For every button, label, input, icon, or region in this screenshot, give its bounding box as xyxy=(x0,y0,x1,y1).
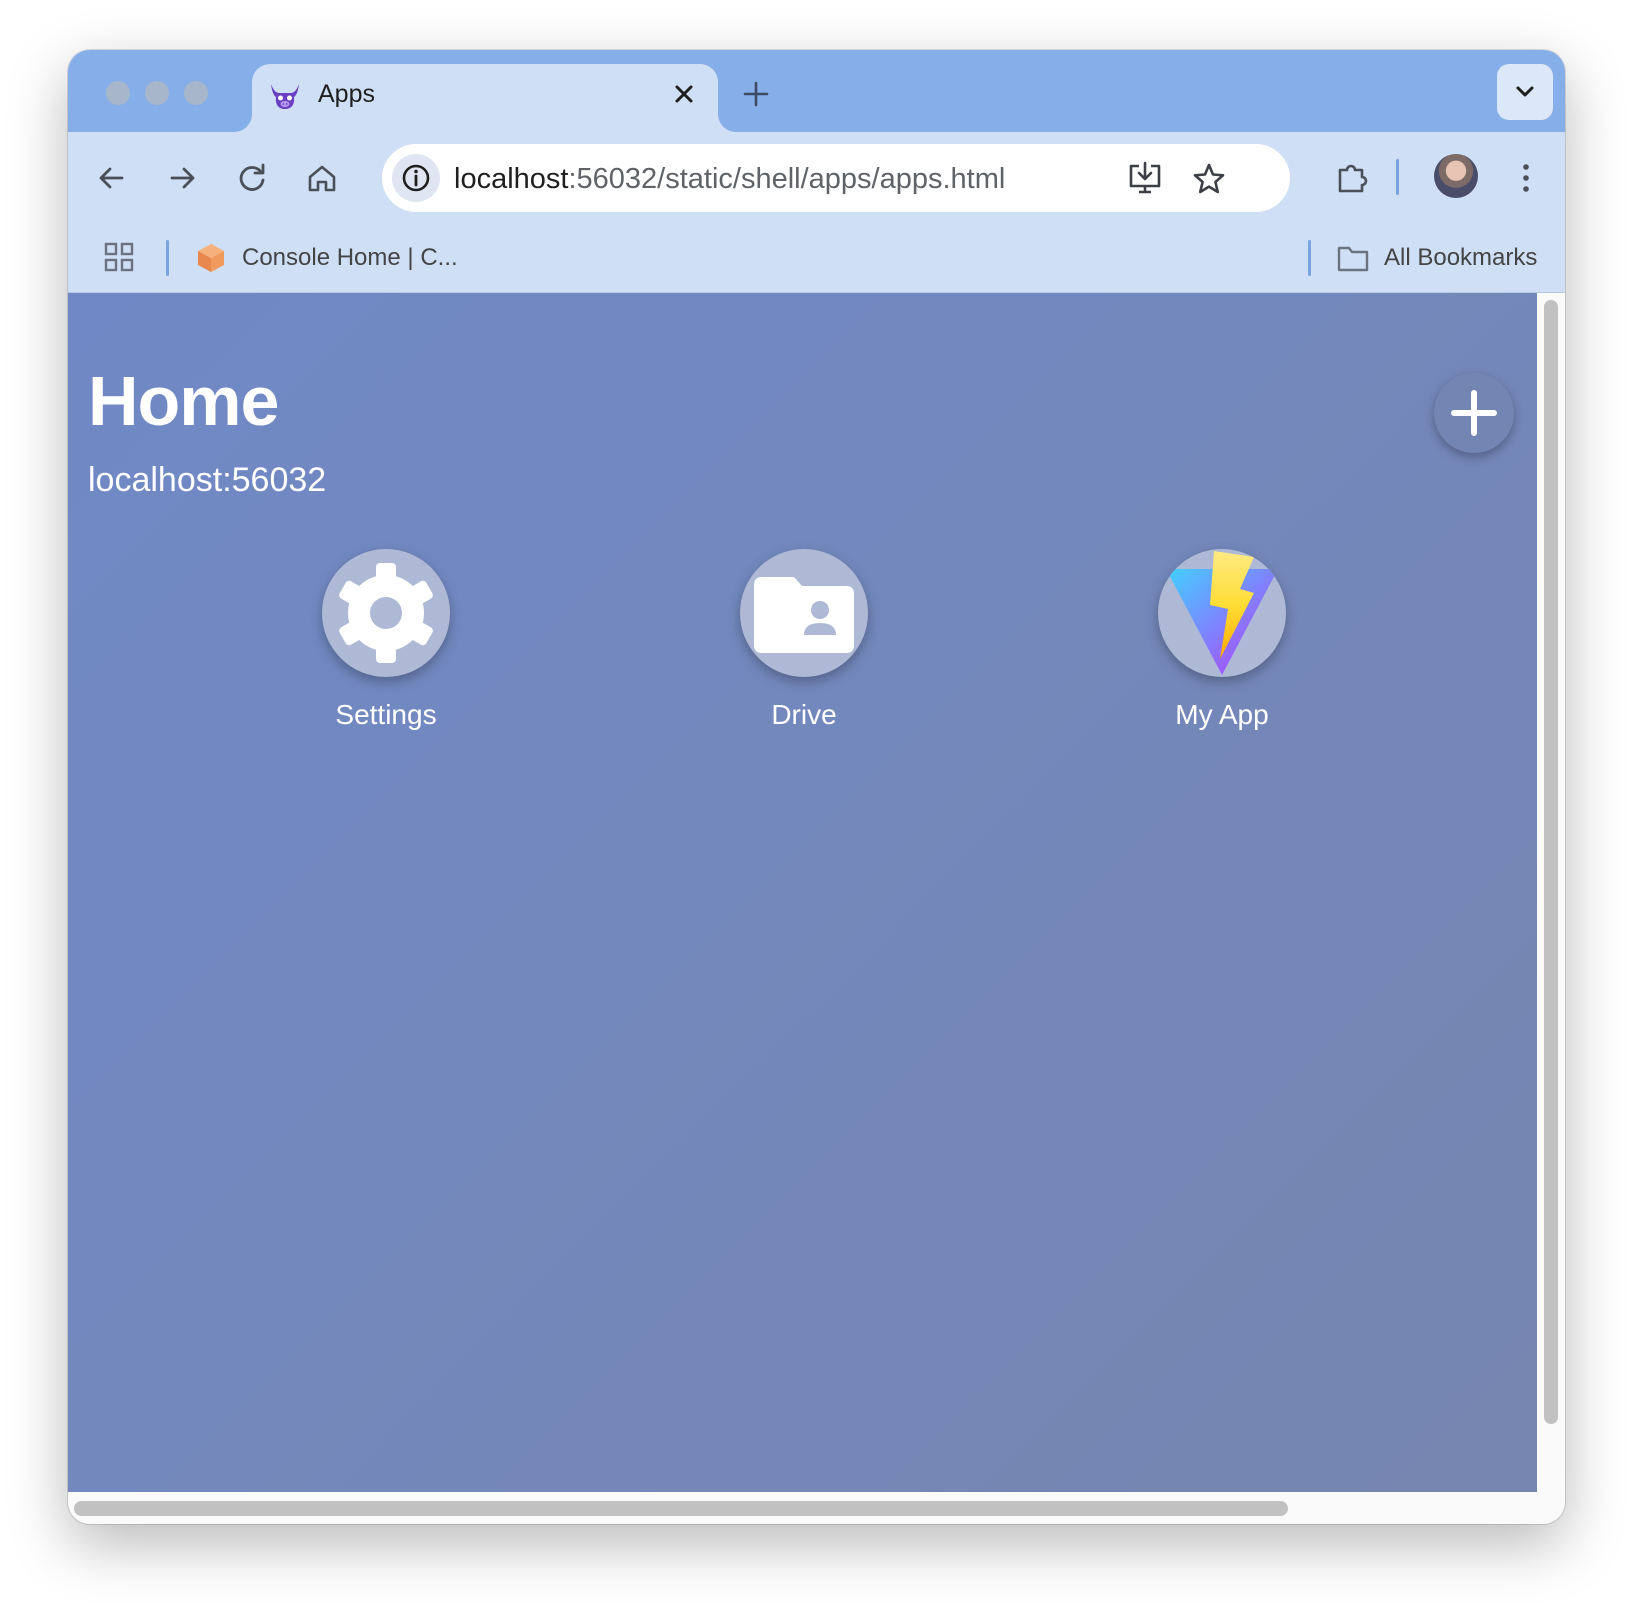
toolbar: localhost:56032/static/shell/apps/apps.h… xyxy=(68,132,1565,224)
arrow-left-icon[interactable] xyxy=(90,156,134,200)
orange-cube-icon xyxy=(198,244,224,272)
arrow-right-icon[interactable] xyxy=(160,156,204,200)
tab-search-button[interactable] xyxy=(1497,64,1553,120)
install-app-icon[interactable] xyxy=(1126,160,1164,198)
plus-icon[interactable] xyxy=(738,76,774,112)
star-icon[interactable] xyxy=(1190,160,1228,198)
app-label: My App xyxy=(1175,699,1269,730)
info-icon xyxy=(402,164,430,192)
app-drive[interactable]: Drive xyxy=(704,549,904,731)
plus-icon xyxy=(1451,390,1497,436)
chevron-down-icon xyxy=(1516,86,1534,97)
app-settings-icon-circle xyxy=(322,549,450,677)
home-icon[interactable] xyxy=(300,156,344,200)
vertical-scrollbar-thumb[interactable] xyxy=(1544,300,1558,1424)
app-label: Drive xyxy=(771,699,837,730)
toolbar-divider xyxy=(1396,159,1399,195)
purple-bull-logo-icon xyxy=(271,84,299,109)
window-close-dot[interactable] xyxy=(106,81,130,105)
page-content: Home localhost:56032 Settings Drive My A… xyxy=(68,293,1537,1492)
page-host: localhost:56032 xyxy=(88,461,327,499)
close-icon[interactable] xyxy=(668,78,700,110)
all-bookmarks-label: All Bookmarks xyxy=(1384,244,1538,271)
horizontal-scrollbar-thumb[interactable] xyxy=(74,1501,1288,1516)
url-text[interactable]: localhost:56032/static/shell/apps/apps.h… xyxy=(454,163,1005,196)
url-host: localhost xyxy=(454,163,569,195)
address-bar[interactable]: localhost:56032/static/shell/apps/apps.h… xyxy=(382,144,1290,212)
puzzle-icon[interactable] xyxy=(1330,156,1374,200)
app-settings[interactable]: Settings xyxy=(286,549,486,731)
tab-apps[interactable]: Apps xyxy=(252,64,718,132)
folder-icon xyxy=(1337,246,1369,272)
page-title: Home xyxy=(88,362,279,440)
app-my-app-icon-circle xyxy=(1158,549,1286,677)
kebab-menu-icon[interactable] xyxy=(1504,156,1548,200)
bookmarks-bar: Console Home | C... All Bookmarks xyxy=(68,224,1565,293)
browser-window: Apps localhost:56032/static/shell/apps/a… xyxy=(68,50,1565,1524)
bookmarks-divider-right xyxy=(1308,240,1311,276)
app-label: Settings xyxy=(335,699,437,730)
vite-logo-icon xyxy=(1166,551,1278,675)
app-my-app[interactable]: My App xyxy=(1122,549,1322,731)
site-info-button[interactable] xyxy=(392,154,440,202)
bookmarks-divider xyxy=(166,240,169,276)
app-drive-icon-circle xyxy=(740,549,868,677)
window-minimize-dot[interactable] xyxy=(145,81,169,105)
grid-icon[interactable] xyxy=(102,240,136,274)
window-maximize-dot[interactable] xyxy=(184,81,208,105)
tab-strip: Apps xyxy=(68,50,1565,132)
tab-title: Apps xyxy=(318,80,375,108)
avatar[interactable] xyxy=(1434,154,1478,198)
bookmark-label: Console Home | C... xyxy=(242,244,458,271)
folder-user-icon xyxy=(754,577,854,653)
gear-icon xyxy=(339,563,433,663)
reload-icon[interactable] xyxy=(230,156,274,200)
add-app-button[interactable] xyxy=(1434,373,1514,453)
url-path: :56032/static/shell/apps/apps.html xyxy=(568,163,1006,195)
